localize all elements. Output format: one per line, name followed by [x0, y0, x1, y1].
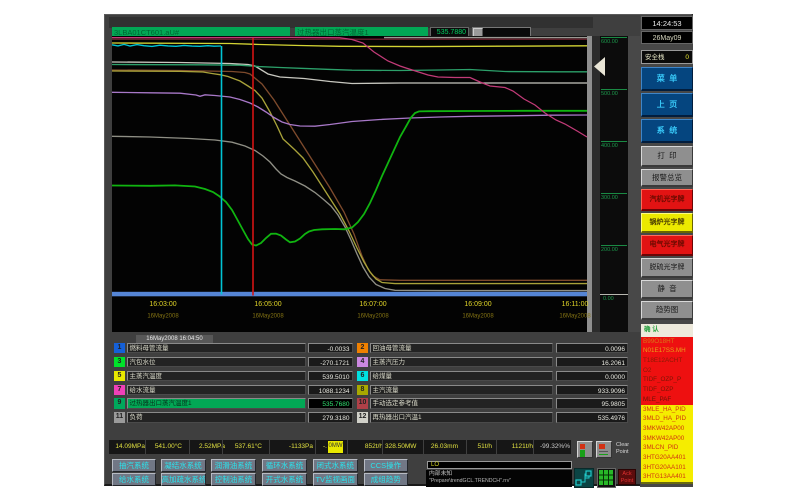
svg-text:16May2008: 16May2008 [252, 314, 284, 320]
svg-text:16May2008: 16May2008 [147, 314, 179, 320]
svg-text:16May2008: 16May2008 [357, 314, 389, 320]
svg-text:16May2008: 16May2008 [462, 314, 494, 320]
svg-text:16:03:00: 16:03:00 [149, 301, 176, 308]
svg-text:16:05:00: 16:05:00 [254, 301, 281, 308]
svg-text:16:09:00: 16:09:00 [464, 301, 491, 308]
svg-text:16May2008: 16May2008 [559, 314, 591, 320]
svg-text:16:07:00: 16:07:00 [359, 301, 386, 308]
svg-text:16:11:00: 16:11:00 [562, 301, 589, 308]
